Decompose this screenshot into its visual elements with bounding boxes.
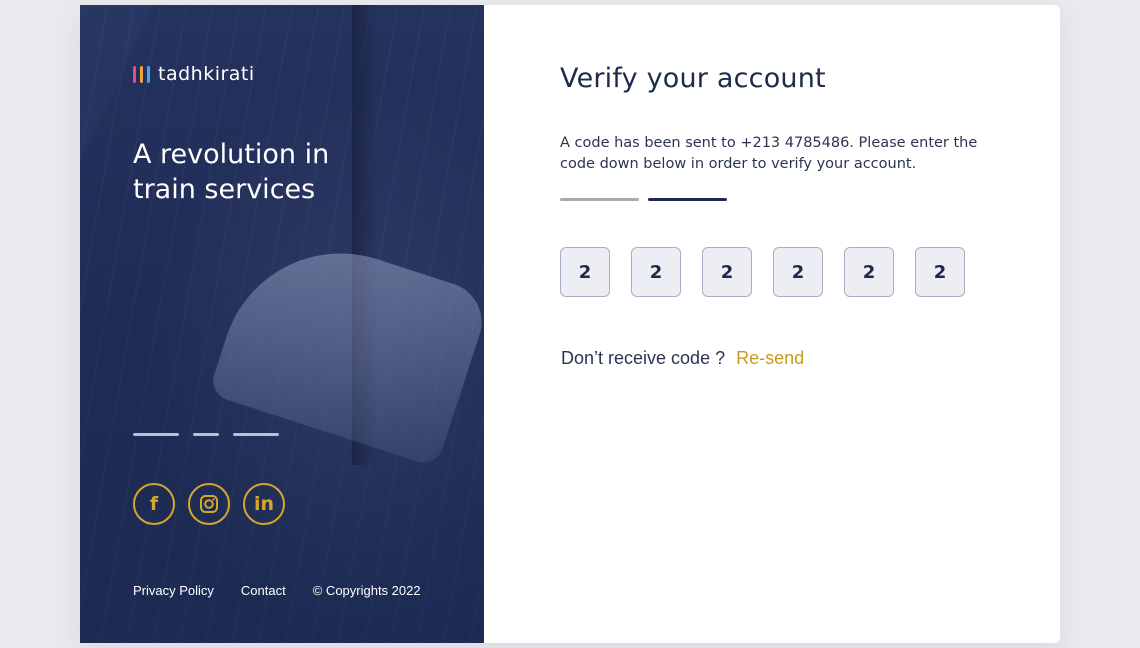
hero-tagline: A revolution in train services [133, 139, 330, 205]
logo-bars-icon [133, 65, 150, 83]
carousel-dot[interactable] [233, 433, 279, 436]
privacy-policy-link[interactable]: Privacy Policy [133, 583, 214, 598]
facebook-button[interactable]: f [133, 483, 175, 525]
logo-bar [147, 65, 150, 83]
hero-panel: tadhkirati A revolution in train service… [80, 5, 484, 643]
logo-bar [140, 65, 143, 83]
carousel-dot[interactable] [133, 433, 179, 436]
otp-digit-3[interactable] [702, 247, 752, 297]
logo-bar [133, 65, 136, 83]
carousel-dot[interactable] [193, 433, 219, 436]
copyright-text: © Copyrights 2022 [312, 583, 421, 598]
linkedin-icon: in [253, 493, 275, 515]
page-title: Verify your account [560, 63, 826, 94]
resend-prompt: Don’t receive code ? [561, 348, 726, 368]
step-indicator [560, 198, 639, 201]
otp-digit-5[interactable] [844, 247, 894, 297]
instagram-icon [200, 495, 218, 513]
verify-description: A code has been sent to +213 4785486. Pl… [560, 135, 978, 172]
step-indicator [648, 198, 727, 201]
footer-links: Privacy Policy Contact © Copyrights 2022 [133, 583, 421, 598]
otp-digit-6[interactable] [915, 247, 965, 297]
facebook-icon: f [149, 493, 159, 515]
otp-digit-1[interactable] [560, 247, 610, 297]
resend-link[interactable]: Re-send [736, 348, 804, 368]
linkedin-button[interactable]: in [243, 483, 285, 525]
otp-digit-4[interactable] [773, 247, 823, 297]
contact-link[interactable]: Contact [241, 583, 286, 598]
brand-name: tadhkirati [158, 63, 255, 85]
step-progress [560, 198, 727, 201]
social-links: f in [133, 483, 285, 525]
verify-card: tadhkirati A revolution in train service… [80, 5, 1060, 643]
verify-panel: Verify your account A code has been sent… [484, 5, 1060, 643]
carousel-indicators [133, 433, 279, 436]
otp-inputs [560, 247, 965, 297]
resend-row: Don’t receive code ? Re-send [561, 348, 804, 369]
otp-digit-2[interactable] [631, 247, 681, 297]
instagram-button[interactable] [188, 483, 230, 525]
brand-logo[interactable]: tadhkirati [133, 63, 255, 85]
